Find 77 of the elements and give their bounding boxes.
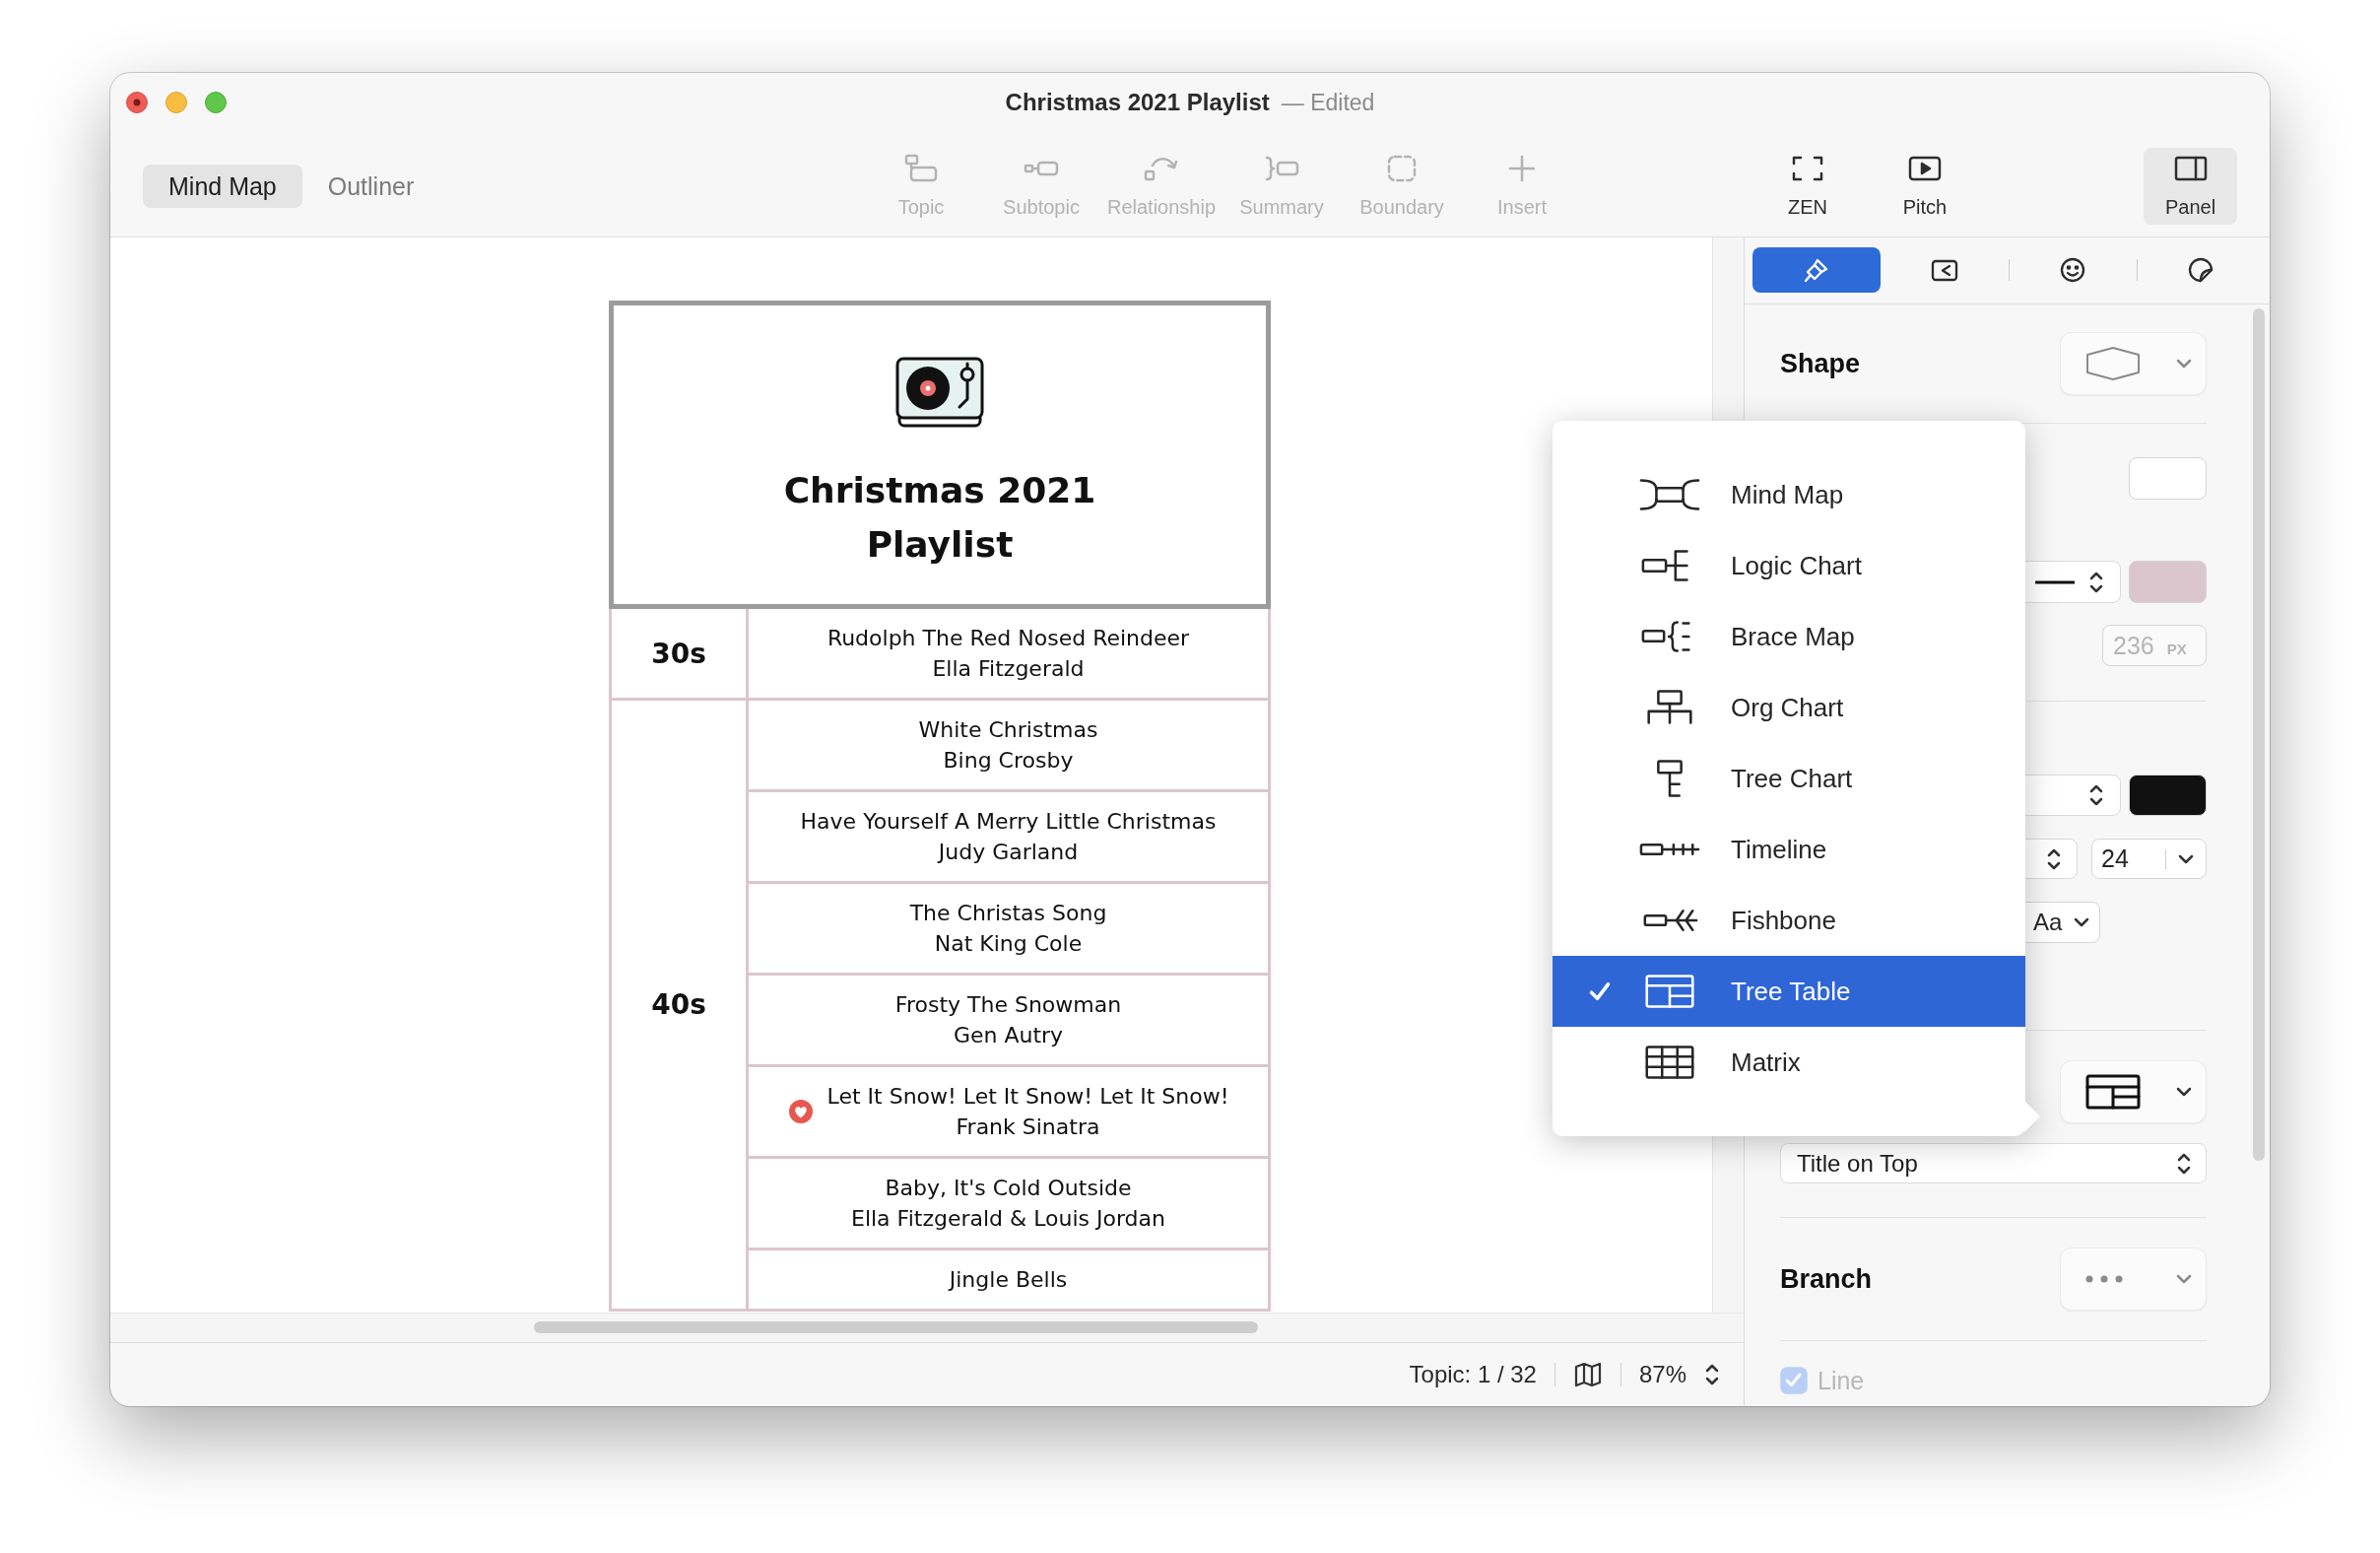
song-title: Let It Snow! Let It Snow! Let It Snow!: [826, 1083, 1229, 1111]
chevron-down-icon: [2178, 853, 2194, 864]
smiley-icon: [2058, 255, 2087, 285]
fullscreen-icon: [1790, 154, 1825, 183]
checkbox-label: Line: [1818, 1367, 1865, 1394]
song-title: Rudolph The Red Nosed Reindeer: [826, 625, 1190, 652]
song-topic[interactable]: Frosty The Snowman Gen Autry: [746, 976, 1271, 1067]
artist-name: Gen Autry: [953, 1022, 1064, 1049]
artist-name: Frank Sinatra: [956, 1114, 1100, 1141]
stepper-icon[interactable]: [1704, 1362, 1720, 1387]
turntable-icon: [894, 356, 985, 429]
section-title: Shape: [1780, 348, 1861, 379]
menu-item[interactable]: Mind Map: [1553, 459, 2025, 530]
tree-table-icon: [2084, 1073, 2142, 1111]
window-title: Christmas 2021 Playlist: [1005, 89, 1270, 116]
song-topic[interactable]: White Christmas Bing Crosby: [746, 701, 1271, 792]
brace-icon: [1264, 154, 1299, 183]
scrollbar-thumb[interactable]: [534, 1321, 1258, 1333]
fill-color-swatch[interactable]: [2129, 457, 2207, 500]
artist-name: Judy Garland: [938, 839, 1079, 866]
group-topic[interactable]: 30s: [609, 609, 746, 701]
dots-icon: [2084, 1274, 2124, 1284]
map-icon[interactable]: [1572, 1361, 1603, 1388]
menu-item[interactable]: Org Chart: [1553, 672, 2025, 743]
song-topic[interactable]: Let It Snow! Let It Snow! Let It Snow! Frank Sinatra: [746, 1067, 1271, 1159]
close-button[interactable]: [126, 92, 148, 113]
menu-item[interactable]: Tree Chart: [1553, 743, 2025, 814]
line-style-icon: [2035, 579, 2075, 584]
scrollbar-thumb[interactable]: [2253, 308, 2265, 1161]
stacked-boxes-icon: [903, 154, 939, 183]
chevron-down-icon: [2176, 1087, 2192, 1097]
topic-count: Topic: 1 / 32: [1409, 1361, 1537, 1388]
menu-item[interactable]: Matrix: [1553, 1027, 2025, 1098]
sticker-icon: [2186, 255, 2215, 285]
edited-label: — Edited: [1281, 90, 1375, 116]
song-topic[interactable]: Baby, It's Cold Outside Ella Fitzgerald & Louis Jordan: [746, 1159, 1271, 1250]
view-mode-tab[interactable]: Outliner: [301, 165, 440, 208]
song-topic[interactable]: Rudolph The Red Nosed Reindeer Ella Fitzgerald: [746, 609, 1271, 701]
chevron-down-icon: [2074, 917, 2089, 927]
artist-name: Nat King Cole: [934, 930, 1083, 958]
song-topic[interactable]: Have Yourself A Merry Little Christmas Judy Garland: [746, 792, 1271, 884]
song-title: Have Yourself A Merry Little Christmas: [800, 808, 1217, 836]
chevron-down-icon: [2176, 359, 2192, 369]
song-title: The Christas Song: [909, 900, 1107, 927]
song-title: White Christmas: [918, 716, 1098, 744]
view-mode-tab[interactable]: Mind Map: [143, 165, 302, 208]
zoom-level: 87%: [1638, 1361, 1686, 1388]
toolbar-button[interactable]: Panel: [2144, 148, 2237, 225]
font-size-field[interactable]: 24: [2091, 839, 2207, 879]
root-topic-title: Christmas 2021 Playlist: [782, 469, 1097, 567]
sidebar-icon: [2172, 154, 2209, 183]
song-title: Baby, It's Cold Outside: [885, 1175, 1132, 1202]
stepper-icon: [2088, 782, 2104, 808]
song-topic[interactable]: The Christas Song Nat King Cole: [746, 884, 1271, 976]
artist-name: Ella Fitzgerald: [932, 655, 1085, 683]
play-icon: [1907, 154, 1943, 183]
hexagon-icon: [2084, 346, 2142, 381]
toolbar-button[interactable]: ZEN: [1758, 148, 1857, 225]
song-title: Jingle Bells: [949, 1266, 1068, 1294]
song-title: Frosty The Snowman: [894, 991, 1122, 1019]
zoom-button[interactable]: [205, 92, 227, 113]
title-position-select[interactable]: Title on Top: [1780, 1143, 2207, 1183]
checkmark-icon: [1588, 979, 1612, 1003]
chevron-down-icon: [2176, 1274, 2192, 1284]
line-color-swatch[interactable]: [2129, 561, 2207, 603]
menu-item[interactable]: Tree Table: [1553, 956, 2025, 1027]
root-topic[interactable]: Christmas 2021 Playlist: [609, 301, 1271, 609]
shape-dropdown[interactable]: [2060, 332, 2207, 395]
structure-dropdown[interactable]: [2060, 1060, 2207, 1123]
menu-item[interactable]: Logic Chart: [1553, 530, 2025, 601]
section-title: Branch: [1780, 1263, 1873, 1295]
artist-name: Bing Crosby: [943, 747, 1074, 775]
menu-item[interactable]: Brace Map: [1553, 601, 2025, 672]
artist-name: Ella Fitzgerald & Louis Jordan: [851, 1205, 1165, 1233]
menu-item[interactable]: Timeline: [1553, 814, 2025, 885]
toolbar-button[interactable]: Pitch: [1876, 148, 1974, 225]
text-color-swatch[interactable]: [2129, 775, 2207, 816]
